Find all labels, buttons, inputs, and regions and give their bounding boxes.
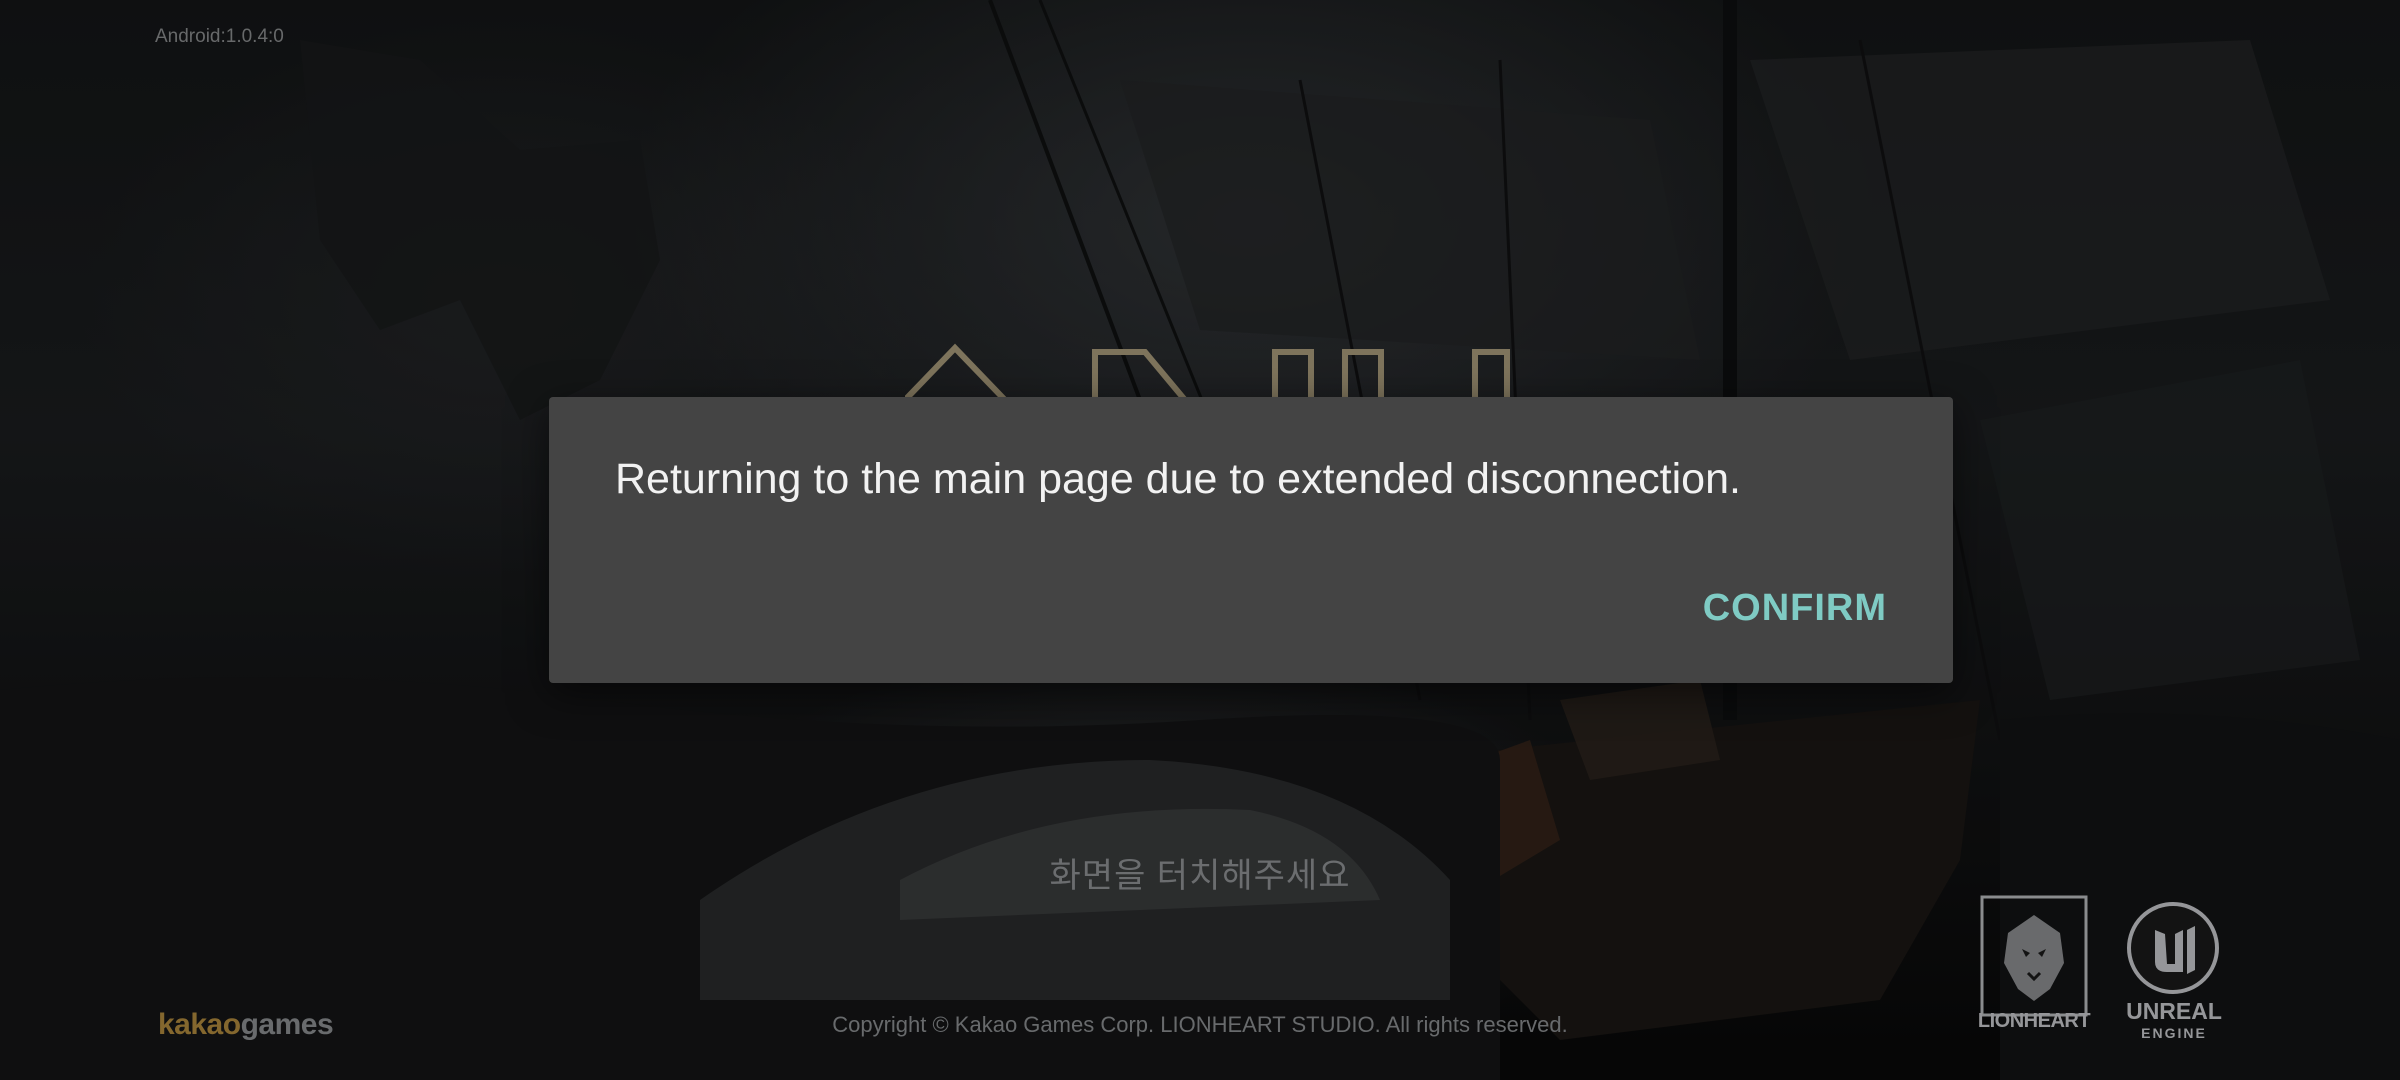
- disconnection-dialog: Returning to the main page due to extend…: [549, 397, 1953, 683]
- game-screen[interactable]: Android:1.0.4:0 화면을 터치해주세요 kakaogames Co…: [0, 0, 2400, 1080]
- confirm-button[interactable]: CONFIRM: [1701, 583, 1889, 634]
- dialog-message: Returning to the main page due to extend…: [615, 455, 1741, 503]
